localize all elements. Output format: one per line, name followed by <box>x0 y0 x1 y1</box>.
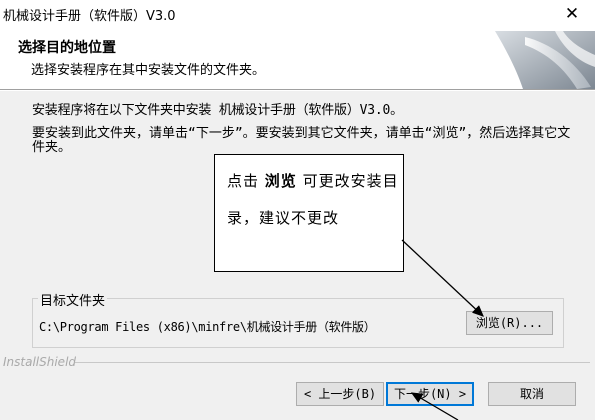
annotation-bold-word: 浏览 <box>264 172 297 190</box>
next-button[interactable]: 下一步(N) > <box>386 382 474 406</box>
destination-folder-label: 目标文件夹 <box>38 290 108 309</box>
annotation-prefix: 点击 <box>227 172 265 190</box>
close-button[interactable]: ✕ <box>549 0 595 31</box>
header-title: 选择目的地位置 <box>18 40 116 56</box>
window-title: 机械设计手册（软件版）V3.0 <box>3 9 176 24</box>
info-text-instructions: 要安装到此文件夹，请单击“下一步”。要安装到其它文件夹，请单击“浏览”，然后选择… <box>32 126 571 155</box>
annotation-text: 点击 浏览 可更改安装目录，建议不更改 <box>227 163 399 237</box>
annotation-callout: 点击 浏览 可更改安装目录，建议不更改 <box>214 154 404 272</box>
installer-art-image <box>495 31 595 89</box>
title-bar: 机械设计手册（软件版）V3.0 ✕ <box>0 0 595 31</box>
dialog-header: 选择目的地位置 选择安装程序在其中安装文件的文件夹。 <box>0 31 595 89</box>
installshield-brand: InstallShield <box>3 355 77 369</box>
info-text-destination: 安装程序将在以下文件夹中安装 机械设计手册（软件版）V3.0。 <box>32 103 403 118</box>
destination-path: C:\Program Files (x86)\minfre\机械设计手册（软件版… <box>39 320 376 334</box>
back-button[interactable]: < 上一步(B) <box>296 382 384 406</box>
footer-divider <box>75 362 590 363</box>
header-divider <box>0 89 595 91</box>
cancel-button[interactable]: 取消 <box>488 382 576 406</box>
browse-button[interactable]: 浏览(R)... <box>466 311 553 335</box>
header-subtitle: 选择安装程序在其中安装文件的文件夹。 <box>31 63 266 78</box>
